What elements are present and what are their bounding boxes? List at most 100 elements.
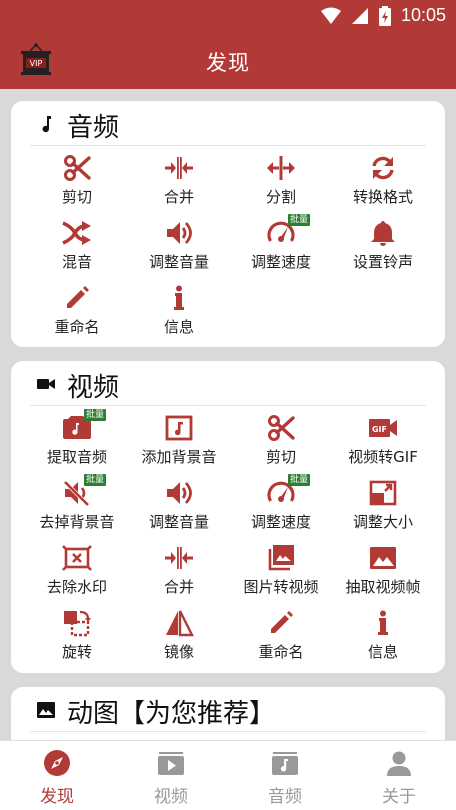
image-icon [37,702,55,718]
compass-icon [44,750,70,776]
remove-watermark-icon [62,545,92,571]
convert-icon [372,156,394,180]
tool-label: 旋转 [61,643,92,661]
tool-label: 调整音量 [148,253,209,271]
tool-label: 信息 [367,643,398,661]
tool-label: 镜像 [163,643,194,661]
audio-section-title: 音频 [67,113,120,143]
tool-label: 调整音量 [148,513,209,531]
tool-item[interactable]: 镜像 [125,603,233,667]
info-icon [378,610,388,635]
tool-item[interactable]: 合并 [125,148,233,212]
video-section-title: 视频 [67,373,120,403]
tool-item[interactable]: 批量 提取音频 [23,408,131,472]
tool-label: 调整速度 [250,513,311,531]
gif-section-header: 动图【为您推荐】 [11,687,445,732]
tool-item[interactable]: GIF 视频转GIF [329,408,437,472]
image-icon [370,547,396,569]
bottom-nav: 发现 视频 音频 关于 [0,740,456,810]
tool-item[interactable]: 批量调整速度 [227,473,335,537]
gif-section-title: 动图【为您推荐】 [67,699,276,729]
tool-item[interactable]: 添加背景音 [125,408,233,472]
nav-tab[interactable]: 发现 [0,741,114,810]
nav-tab[interactable]: 音频 [228,741,342,810]
tool-item[interactable]: 调整大小 [329,473,437,537]
tool-label: 调整速度 [250,253,311,271]
tool-item[interactable]: 重命名 [23,278,131,342]
tool-item[interactable]: 旋转 [23,603,131,667]
tool-label: 重命名 [54,318,100,336]
tool-label: 视频转GIF [348,448,418,466]
tool-label: 分割 [265,188,296,206]
gif-section: 动图【为您推荐】 [11,687,445,740]
tool-item[interactable]: 调整音量 [125,473,233,537]
scroll-content[interactable]: 音频 剪切 合并 分割 转换格式 混音 调整音量 批量 调整速度 设置铃声 重命名 信息 视频 批量… [0,89,456,740]
divider [30,145,426,146]
scissors-icon [64,155,91,181]
tool-label: 图片转视频 [243,578,319,596]
nav-tab-label: 音频 [268,787,302,807]
tool-item[interactable]: 设置铃声 [329,213,437,277]
rotate-icon [64,610,91,637]
status-time: 10:05 [400,5,446,25]
tool-item[interactable]: 合并 [125,538,233,602]
tool-item[interactable]: 重命名 [227,603,335,667]
signal-icon [351,7,368,24]
audio-tab-icon [272,752,298,775]
wifi-icon [320,7,341,24]
gif-icon: GIF [369,419,397,437]
tool-item[interactable]: 图片转视频 [227,538,335,602]
person-icon [387,751,411,776]
volume-icon [167,482,192,504]
tool-item[interactable]: 信息 [125,278,233,342]
battery-icon [378,5,391,26]
app-bar: VIP 发现 [0,34,456,89]
videocam-icon [37,379,55,389]
tool-item[interactable]: 信息 [329,603,437,667]
tool-item[interactable]: 混音 [23,213,131,277]
page-title: 发现 [206,51,250,75]
tool-label: 信息 [163,318,194,336]
icon-text: GIF [372,425,387,434]
tool-label: 去掉背景音 [39,513,115,531]
divider [30,731,426,732]
split-icon [267,156,295,180]
tool-item[interactable]: 转换格式 [329,148,437,212]
tool-label: 添加背景音 [141,448,217,466]
mix-icon [62,221,91,245]
volume-icon [167,222,192,244]
video-section: 视频 批量 提取音频 添加背景音 剪切 GIF 视频转GIF 批量 去掉背景音 调整音量 批量 调整… [11,361,445,673]
pencil-icon [271,611,293,633]
tool-item[interactable]: 剪切 [23,148,131,212]
tool-label: 剪切 [61,188,92,206]
tool-label: 抽取视频帧 [345,578,421,596]
tool-item[interactable]: 剪切 [227,408,335,472]
batch-badge: 批量 [288,474,311,486]
tool-label: 设置铃声 [352,253,413,271]
tool-item[interactable]: 调整音量 [125,213,233,277]
tool-label: 提取音频 [46,448,107,466]
batch-badge: 批量 [84,474,107,486]
tool-label: 合并 [163,188,194,206]
tool-item[interactable]: 批量去掉背景音 [23,473,131,537]
music-note-icon [165,415,193,441]
nav-tab[interactable]: 关于 [342,741,456,810]
tool-item[interactable]: 去除水印 [23,538,131,602]
pencil-icon [67,286,89,308]
photos-icon [268,545,294,571]
tool-item[interactable]: 抽取视频帧 [329,538,437,602]
video-section-header: 视频 [11,361,445,406]
tool-item[interactable]: 批量调整速度 [227,213,335,277]
info-icon [174,285,184,310]
tool-item[interactable]: 分割 [227,148,335,212]
video-tab-icon [158,752,184,775]
mirror-icon [166,610,194,637]
nav-tab-label: 视频 [154,787,188,807]
tool-label: 混音 [61,253,92,271]
scissors-icon [268,415,295,441]
nav-tab-label: 关于 [382,787,416,807]
nav-tab[interactable]: 视频 [114,741,228,810]
batch-badge: 批量 [288,214,311,226]
status-bar: 10:05 [0,0,456,34]
tool-label: 去除水印 [46,578,107,596]
